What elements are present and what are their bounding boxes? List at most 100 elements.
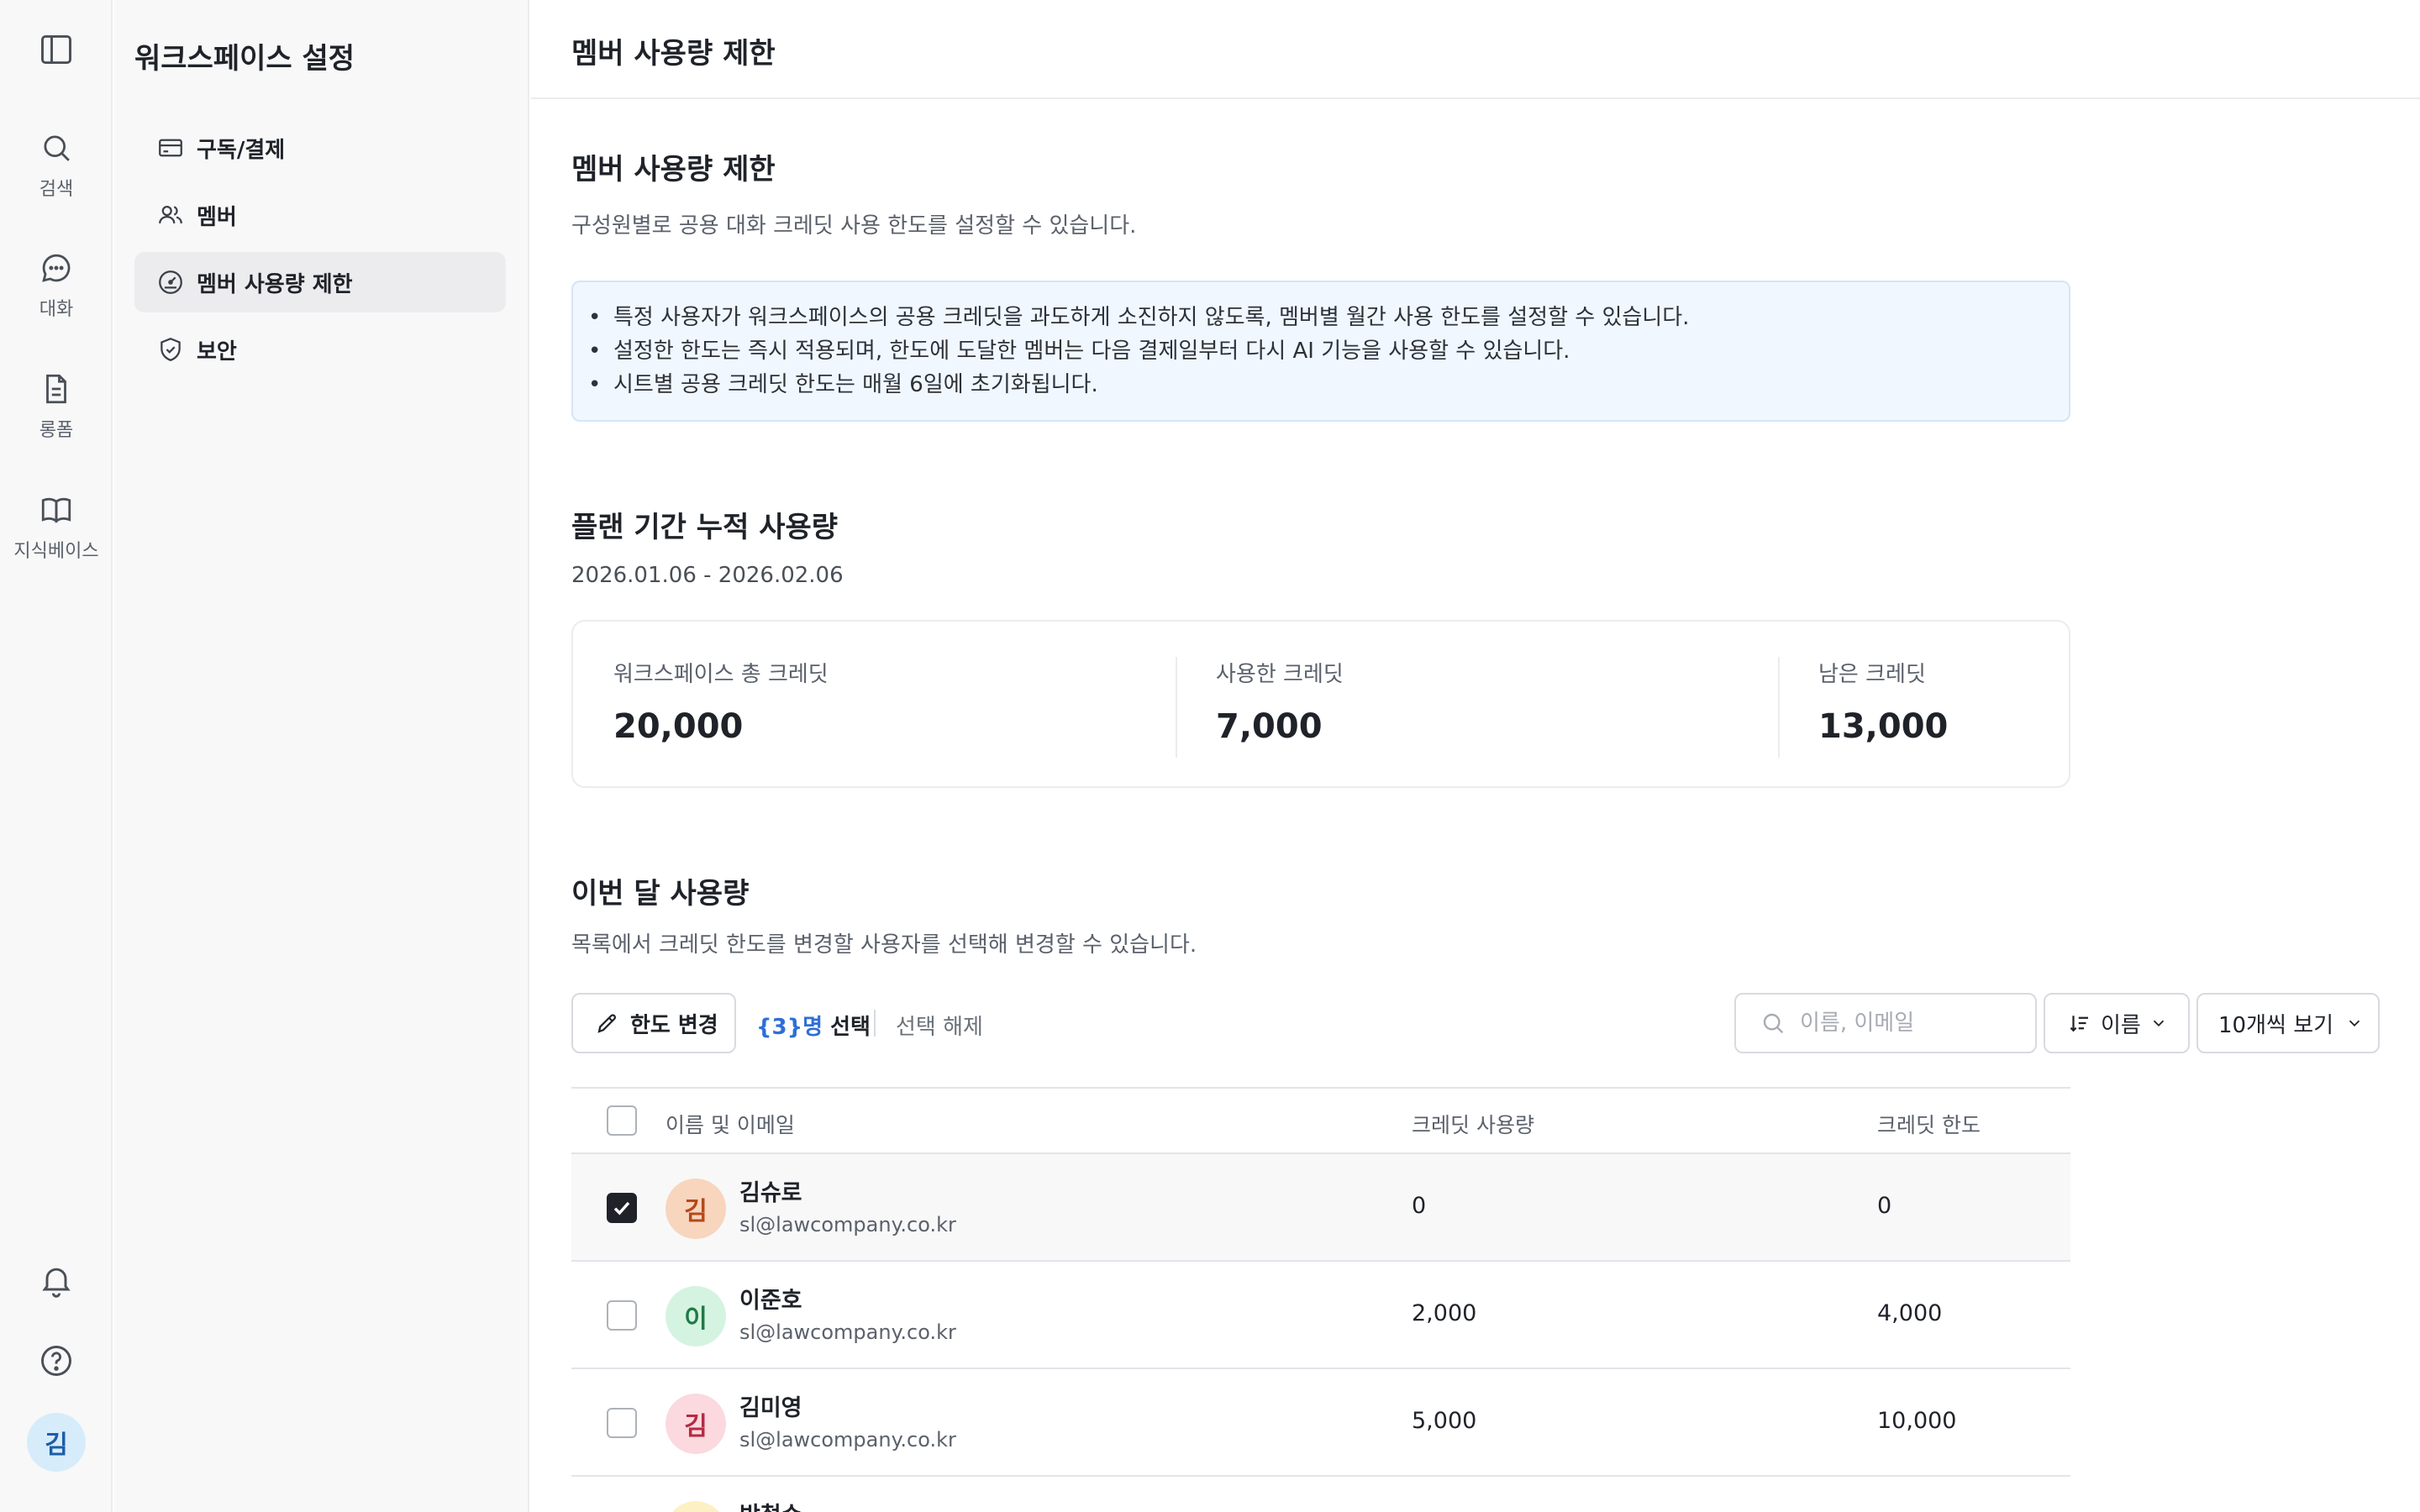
credit-limit-cell: 10,000 bbox=[1877, 1408, 1957, 1434]
sidebar-item-billing[interactable]: 구독/결제 bbox=[134, 118, 506, 178]
section-title-plan: 플랜 기간 누적 사용량 bbox=[571, 511, 839, 544]
shield-icon bbox=[160, 338, 181, 361]
toolbar-divider bbox=[874, 1010, 876, 1037]
table-header: 이름 및 이메일 크레딧 사용량 크레딧 한도 bbox=[571, 1087, 2070, 1154]
column-header-usage: 크레딧 사용량 bbox=[1412, 1113, 1534, 1137]
rail-item-longform[interactable]: 롱폼 bbox=[0, 371, 113, 442]
avatar: 이 bbox=[666, 1286, 726, 1347]
rail-item-label: 롱폼 bbox=[39, 420, 74, 441]
credit-limit-cell: 4,000 bbox=[1877, 1300, 1943, 1326]
notification-button[interactable] bbox=[0, 1262, 113, 1299]
sidebar-item-usage-limit[interactable]: 멤버 사용량 제한 bbox=[134, 252, 506, 312]
rail-item-label: 대화 bbox=[39, 299, 74, 320]
stat-label: 남은 크레딧 bbox=[1818, 662, 1926, 687]
sidebar-item-label: 보안 bbox=[197, 339, 237, 365]
avatar: 김 bbox=[27, 1413, 86, 1472]
credit-usage-cell: 2,000 bbox=[1412, 1300, 1477, 1326]
rail-item-chat[interactable]: 대화 bbox=[0, 250, 113, 321]
section-desc-month: 목록에서 크레딧 한도를 변경할 사용자를 선택해 변경할 수 있습니다. bbox=[571, 932, 1197, 958]
page-header: 멤버 사용량 제한 bbox=[531, 0, 2420, 99]
sidebar-toggle-icon[interactable] bbox=[38, 31, 75, 68]
section-desc-limit: 구성원별로 공용 대화 크레딧 사용 한도를 설정할 수 있습니다. bbox=[571, 213, 1137, 239]
sort-icon bbox=[2070, 1016, 2088, 1032]
member-name: 박철수 bbox=[739, 1497, 802, 1512]
rail-item-knowledge[interactable]: 지식베이스 bbox=[0, 492, 113, 563]
avatar: 김 bbox=[666, 1179, 726, 1239]
avatar: 김 bbox=[666, 1394, 726, 1454]
search-input[interactable] bbox=[1800, 1011, 2018, 1036]
stat-used: 사용한 크레딧 7,000 bbox=[1176, 622, 1778, 786]
section-title-month: 이번 달 사용량 bbox=[571, 877, 750, 911]
credit-usage-cell: 5,000 bbox=[1412, 1408, 1477, 1434]
notice-item: 시트별 공용 크레딧 한도는 매월 6일에 초기화됩니다. bbox=[588, 368, 2069, 402]
icon-rail: 검색 대화 롱폼 지식베이스 김 bbox=[0, 0, 113, 1512]
pencil-icon bbox=[597, 1014, 617, 1033]
search-icon bbox=[1763, 1013, 1784, 1034]
settings-sidebar: 워크스페이스 설정 구독/결제 멤버 멤버 사용량 제한 보안 bbox=[114, 0, 529, 1512]
clear-selection-button[interactable]: 선택 해제 bbox=[896, 1010, 983, 1041]
check-icon bbox=[613, 1201, 630, 1215]
notice-item: 설정한 한도는 즉시 적용되며, 한도에 도달한 멤버는 다음 결제일부터 다시… bbox=[588, 334, 2069, 368]
row-checkbox[interactable] bbox=[607, 1300, 637, 1331]
sort-button[interactable]: 이름 bbox=[2044, 993, 2190, 1053]
selected-count-suffix: 선택 bbox=[823, 1015, 871, 1040]
stat-label: 워크스페이스 총 크레딧 bbox=[613, 662, 829, 687]
credit-card-icon bbox=[159, 139, 182, 157]
table-row[interactable]: 박 박철수 bbox=[571, 1477, 2070, 1512]
rail-item-search[interactable]: 검색 bbox=[0, 130, 113, 201]
row-checkbox[interactable] bbox=[607, 1193, 637, 1223]
member-name: 이준호 bbox=[739, 1288, 802, 1314]
book-icon bbox=[41, 497, 71, 523]
rail-item-label: 검색 bbox=[39, 179, 74, 200]
member-email: sl@lawcompany.co.kr bbox=[739, 1213, 956, 1236]
sidebar-item-security[interactable]: 보안 bbox=[134, 319, 506, 380]
credit-limit-cell: 0 bbox=[1877, 1193, 1892, 1219]
credit-usage-cell: 0 bbox=[1412, 1193, 1427, 1219]
sort-label: 이름 bbox=[2101, 1012, 2141, 1038]
plan-period: 2026.01.06 - 2026.02.06 bbox=[571, 563, 844, 588]
stat-total: 워크스페이스 총 크레딧 20,000 bbox=[573, 622, 1176, 786]
column-header-name: 이름 및 이메일 bbox=[666, 1113, 795, 1137]
rail-item-label: 지식베이스 bbox=[13, 541, 99, 562]
stat-label: 사용한 크레딧 bbox=[1216, 662, 1344, 687]
member-email: sl@lawcompany.co.kr bbox=[739, 1428, 956, 1452]
credit-stats-card: 워크스페이스 총 크레딧 20,000 사용한 크레딧 7,000 남은 크레딧… bbox=[571, 620, 2070, 788]
member-name: 김슈로 bbox=[739, 1180, 802, 1206]
users-icon bbox=[159, 205, 182, 224]
help-button[interactable] bbox=[0, 1342, 113, 1379]
usage-table: 이름 및 이메일 크레딧 사용량 크레딧 한도 김 김슈로 sl@lawcompan… bbox=[571, 1087, 2070, 1512]
select-all-checkbox[interactable] bbox=[607, 1105, 637, 1136]
help-icon bbox=[41, 1346, 71, 1376]
chevron-down-icon bbox=[2153, 1020, 2164, 1027]
settings-title: 워크스페이스 설정 bbox=[134, 42, 355, 76]
table-row[interactable]: 이 이준호 sl@lawcompany.co.kr 2,000 4,000 bbox=[571, 1262, 2070, 1369]
member-email: sl@lawcompany.co.kr bbox=[739, 1320, 956, 1344]
table-body: 김 김슈로 sl@lawcompany.co.kr 0 0 이 이준호 sl@lawcompa… bbox=[571, 1154, 2070, 1512]
search-box[interactable] bbox=[1734, 993, 2037, 1053]
document-icon bbox=[46, 374, 66, 404]
chevron-down-icon bbox=[2349, 1020, 2360, 1027]
column-header-limit: 크레딧 한도 bbox=[1877, 1113, 1981, 1137]
avatar: 박 bbox=[666, 1501, 726, 1512]
profile-button[interactable]: 김 bbox=[0, 1413, 113, 1472]
table-row[interactable]: 김 김슈로 sl@lawcompany.co.kr 0 0 bbox=[571, 1154, 2070, 1262]
table-toolbar: 한도 변경 {3}명 선택 선택 해제 bbox=[571, 993, 2070, 1053]
sidebar-item-members[interactable]: 멤버 bbox=[134, 185, 506, 245]
sidebar-item-label: 멤버 bbox=[197, 204, 237, 230]
stat-remaining: 남은 크레딧 13,000 bbox=[1778, 622, 2069, 786]
stat-value: 7,000 bbox=[1216, 707, 1323, 746]
selected-count-number: {3}명 bbox=[756, 1015, 823, 1040]
page-size-select[interactable]: 10개씩 보기 bbox=[2196, 993, 2380, 1053]
section-title-limit: 멤버 사용량 제한 bbox=[571, 153, 776, 186]
selected-count: {3}명 선택 bbox=[756, 1010, 871, 1041]
row-checkbox[interactable] bbox=[607, 1408, 637, 1438]
search-icon bbox=[44, 135, 70, 161]
notice-box: 특정 사용자가 워크스페이스의 공용 크레딧을 과도하게 소진하지 않도록, 멤… bbox=[571, 281, 2070, 422]
page-title: 멤버 사용량 제한 bbox=[571, 37, 776, 71]
page-size-label: 10개씩 보기 bbox=[2218, 1012, 2334, 1038]
table-row[interactable]: 김 김미영 sl@lawcompany.co.kr 5,000 10,000 bbox=[571, 1369, 2070, 1477]
bell-icon bbox=[42, 1268, 71, 1298]
edit-limit-button[interactable]: 한도 변경 bbox=[571, 993, 736, 1053]
edit-limit-label: 한도 변경 bbox=[630, 1012, 718, 1038]
member-name: 김미영 bbox=[739, 1395, 802, 1421]
